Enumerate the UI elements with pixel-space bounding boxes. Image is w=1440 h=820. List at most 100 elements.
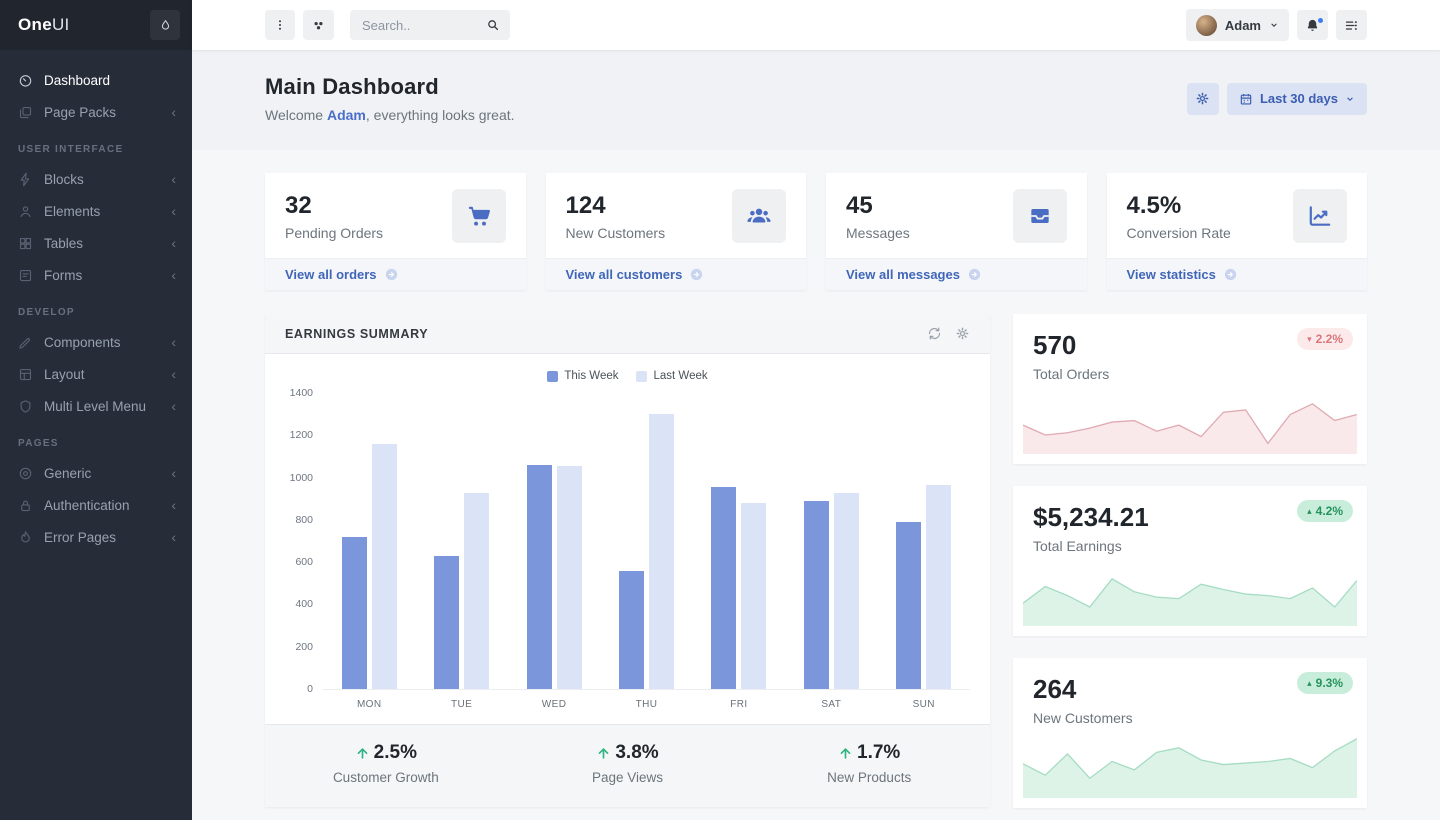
welcome-user-name: Adam	[327, 107, 366, 123]
sidebar-item-authentication[interactable]: Authentication‹	[0, 489, 192, 521]
legend-item-this-week[interactable]: This Week	[547, 370, 618, 382]
chevron-left-icon: ‹	[171, 204, 176, 218]
summary-card-new-customers: 264New Customers▴9.3%	[1013, 658, 1367, 808]
stat-link-view-all-orders[interactable]: View all orders	[265, 258, 526, 290]
caret-up-icon: ▴	[1307, 679, 1312, 688]
stat-link-view-all-customers[interactable]: View all customers	[546, 258, 807, 290]
stat-link-label: View all orders	[285, 267, 377, 282]
growth-stat-customer-growth: 2.5%Customer Growth	[265, 742, 507, 785]
bar-this-week-mon[interactable]	[342, 537, 367, 689]
sidebar-item-page-packs[interactable]: Page Packs‹	[0, 96, 192, 128]
trend-badge-value: 2.2%	[1316, 332, 1343, 346]
kebab-menu-button[interactable]	[265, 10, 295, 40]
earnings-summary-panel: Earnings Summary This WeekLast Week 0200…	[265, 314, 990, 807]
chart-body: This Week Last Week 020040060080010001200…	[265, 354, 990, 724]
panel-settings-button[interactable]	[955, 326, 970, 341]
legend-item-last-week[interactable]: Last Week	[636, 370, 707, 382]
y-tick-label: 400	[295, 598, 313, 610]
stat-link-view-all-messages[interactable]: View all messages	[826, 258, 1087, 290]
refresh-icon	[927, 326, 942, 341]
brand-logo[interactable]: OneUI	[18, 15, 70, 35]
page-header: Main Dashboard Welcome Adam, everything …	[192, 50, 1440, 150]
stat-card-text: 124New Customers	[566, 192, 666, 241]
arrow-up-icon	[596, 746, 611, 761]
sidebar-item-forms[interactable]: Forms‹	[0, 259, 192, 291]
bar-last-week-fri[interactable]	[741, 503, 766, 689]
summary-card-total-orders: 570Total Orders▾2.2%	[1013, 314, 1367, 464]
brand-light: UI	[52, 15, 70, 34]
welcome-text: Welcome Adam, everything looks great.	[265, 107, 515, 123]
sidebar-item-label: Error Pages	[44, 530, 116, 545]
main-area: Adam Main Dashboard Welcome Adam, everyt…	[192, 0, 1440, 820]
chevron-left-icon: ‹	[171, 498, 176, 512]
sidebar-item-label: Components	[44, 335, 121, 350]
bar-this-week-wed[interactable]	[527, 465, 552, 689]
sidebar-item-error-pages[interactable]: Error Pages‹	[0, 521, 192, 553]
bar-last-week-thu[interactable]	[649, 414, 674, 689]
calendar-icon	[1239, 92, 1253, 106]
bar-last-week-sat[interactable]	[834, 493, 859, 689]
inbox-icon	[1013, 189, 1067, 243]
date-range-button[interactable]: Last 30 days	[1227, 83, 1367, 115]
dashboard-settings-button[interactable]	[1187, 83, 1219, 115]
sidebar-item-blocks[interactable]: Blocks‹	[0, 163, 192, 195]
growth-stat-value: 1.7%	[857, 742, 900, 764]
x-tick-label: TUE	[415, 699, 507, 710]
legend-label: Last Week	[653, 370, 707, 382]
bar-this-week-tue[interactable]	[434, 556, 459, 689]
sidebar-item-layout[interactable]: Layout‹	[0, 358, 192, 390]
users-icon	[732, 189, 786, 243]
brand-bold: One	[18, 15, 52, 34]
sidebar-item-dashboard[interactable]: Dashboard	[0, 64, 192, 96]
growth-stat-label: Page Views	[507, 770, 749, 785]
notifications-button[interactable]	[1297, 10, 1328, 40]
chevron-left-icon: ‹	[171, 172, 176, 186]
x-tick-label: MON	[323, 699, 415, 710]
kebab-menu-icon	[273, 18, 287, 32]
theme-droplet-button[interactable]	[150, 10, 180, 40]
sidebar-item-generic[interactable]: Generic‹	[0, 457, 192, 489]
search-input[interactable]	[360, 17, 486, 34]
bar-this-week-fri[interactable]	[711, 487, 736, 689]
user-menu-button[interactable]: Adam	[1186, 9, 1289, 41]
bar-last-week-sun[interactable]	[926, 485, 951, 689]
sidebar-item-tables[interactable]: Tables‹	[0, 227, 192, 259]
chart-y-axis: 0200400600800100012001400	[285, 394, 323, 690]
y-tick-label: 1000	[290, 472, 313, 484]
bar-this-week-thu[interactable]	[619, 571, 644, 689]
stat-card-body: 124New Customers	[546, 173, 807, 258]
bar-this-week-sun[interactable]	[896, 522, 921, 689]
sidebar-item-elements[interactable]: Elements‹	[0, 195, 192, 227]
bar-group-fri	[693, 394, 785, 689]
sidebar-toggle-icon	[1344, 18, 1359, 33]
chevron-left-icon: ‹	[171, 466, 176, 480]
arrow-circle-icon	[689, 267, 704, 282]
sidebar-toggle-button[interactable]	[1336, 10, 1367, 40]
y-tick-label: 0	[307, 683, 313, 695]
chart-plot-area: MONTUEWEDTHUFRISATSUN	[323, 394, 970, 710]
sidebar-item-components[interactable]: Components‹	[0, 326, 192, 358]
search-icon[interactable]	[486, 18, 500, 32]
stat-link-label: View all messages	[846, 267, 960, 282]
bar-last-week-mon[interactable]	[372, 444, 397, 689]
stat-card-pending-orders: 32Pending OrdersView all orders	[265, 173, 526, 290]
bar-group-sun	[878, 394, 970, 689]
summary-card-total-earnings: $5,234.21Total Earnings▴4.2%	[1013, 486, 1367, 636]
total-orders-sparkline	[1023, 378, 1357, 454]
bar-group-tue	[415, 394, 507, 689]
bar-this-week-sat[interactable]	[804, 501, 829, 689]
sidebar-item-multi-level-menu[interactable]: Multi Level Menu‹	[0, 390, 192, 422]
stat-label: Pending Orders	[285, 225, 383, 241]
trend-badge-value: 9.3%	[1316, 676, 1343, 690]
apps-button[interactable]	[303, 10, 334, 40]
stat-label: Messages	[846, 225, 910, 241]
bar-last-week-tue[interactable]	[464, 493, 489, 689]
chevron-left-icon: ‹	[171, 399, 176, 413]
side-cards-column: 570Total Orders▾2.2% $5,234.21Total Earni…	[1013, 314, 1367, 808]
stat-label: Conversion Rate	[1127, 225, 1231, 241]
new-customers-sparkline	[1023, 722, 1357, 798]
bar-chart: 0200400600800100012001400 MONTUEWEDTHUFR…	[285, 394, 970, 710]
stat-link-view-statistics[interactable]: View statistics	[1107, 258, 1368, 290]
bar-last-week-wed[interactable]	[557, 466, 582, 689]
refresh-button[interactable]	[927, 326, 942, 341]
